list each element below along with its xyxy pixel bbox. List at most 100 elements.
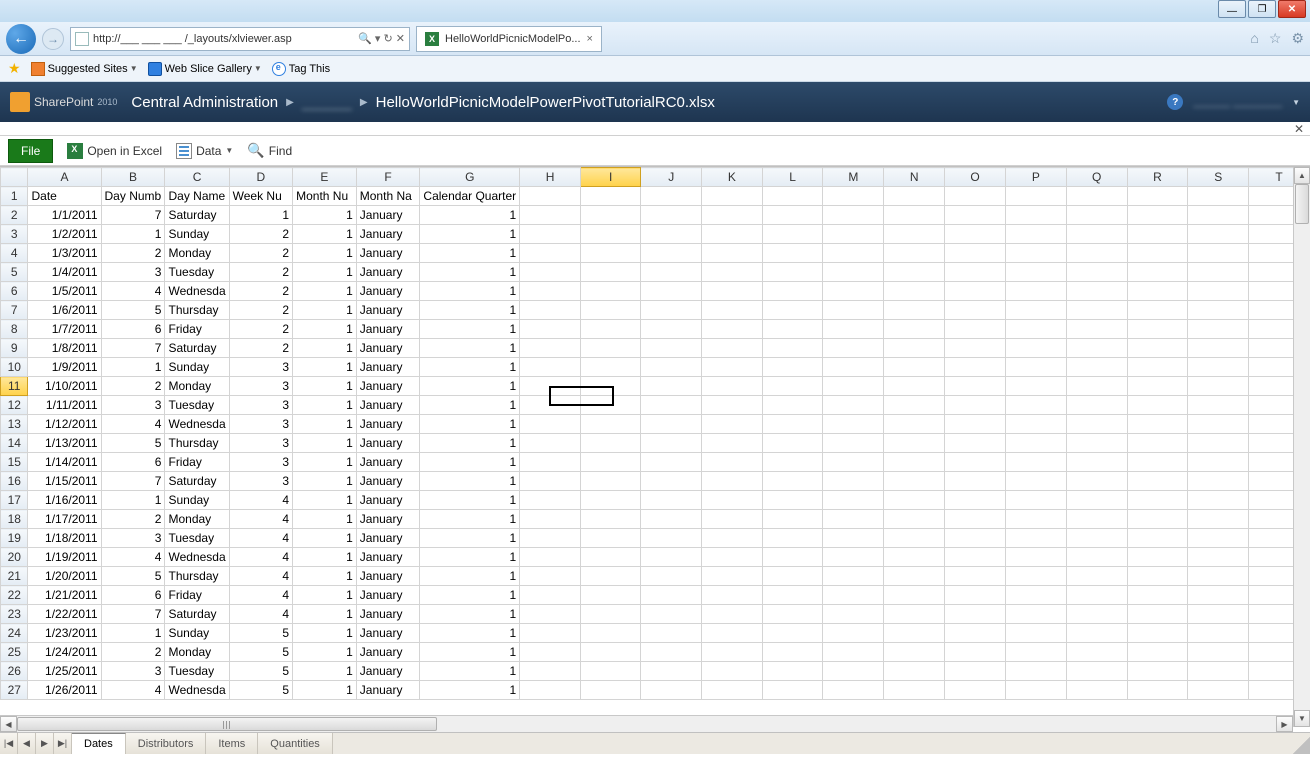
column-header-S[interactable]: S <box>1188 168 1249 187</box>
row-header-23[interactable]: 23 <box>1 605 28 624</box>
cell-P26[interactable] <box>1005 662 1066 681</box>
row-header-6[interactable]: 6 <box>1 282 28 301</box>
cell-K4[interactable] <box>702 244 763 263</box>
cell-N1[interactable] <box>884 187 945 206</box>
cell-I16[interactable] <box>580 472 640 491</box>
row-header-3[interactable]: 3 <box>1 225 28 244</box>
cell-E15[interactable]: 1 <box>293 453 357 472</box>
cell-P2[interactable] <box>1005 206 1066 225</box>
column-header-K[interactable]: K <box>702 168 763 187</box>
cell-A5[interactable]: 1/4/2011 <box>28 263 101 282</box>
webpart-close-button[interactable]: ✕ <box>1294 122 1304 136</box>
cell-R20[interactable] <box>1127 548 1188 567</box>
cell-A20[interactable]: 1/19/2011 <box>28 548 101 567</box>
cell-F14[interactable]: January <box>356 434 420 453</box>
cell-N2[interactable] <box>884 206 945 225</box>
cell-B10[interactable]: 1 <box>101 358 165 377</box>
row-header-26[interactable]: 26 <box>1 662 28 681</box>
cell-O13[interactable] <box>945 415 1006 434</box>
cell-J3[interactable] <box>641 225 702 244</box>
data-menu-button[interactable]: Data▼ <box>176 143 233 159</box>
cell-B23[interactable]: 7 <box>101 605 165 624</box>
cell-H12[interactable] <box>520 396 581 415</box>
cell-S14[interactable] <box>1188 434 1249 453</box>
cell-R13[interactable] <box>1127 415 1188 434</box>
home-icon[interactable]: ⌂ <box>1250 30 1258 47</box>
cell-G13[interactable]: 1 <box>420 415 520 434</box>
cell-B11[interactable]: 2 <box>101 377 165 396</box>
cell-Q6[interactable] <box>1066 282 1127 301</box>
cell-R11[interactable] <box>1127 377 1188 396</box>
cell-H13[interactable] <box>520 415 581 434</box>
cell-L15[interactable] <box>762 453 823 472</box>
cell-M11[interactable] <box>823 377 884 396</box>
cell-F24[interactable]: January <box>356 624 420 643</box>
back-button[interactable]: ← <box>6 24 36 54</box>
cell-Q11[interactable] <box>1066 377 1127 396</box>
cell-P25[interactable] <box>1005 643 1066 662</box>
cell-J7[interactable] <box>641 301 702 320</box>
cell-S11[interactable] <box>1188 377 1249 396</box>
cell-J6[interactable] <box>641 282 702 301</box>
horizontal-scrollbar[interactable]: ◀ ▶ <box>0 715 1293 732</box>
cell-C5[interactable]: Tuesday <box>165 263 229 282</box>
cell-L20[interactable] <box>762 548 823 567</box>
cell-G12[interactable]: 1 <box>420 396 520 415</box>
cell-J21[interactable] <box>641 567 702 586</box>
cell-P4[interactable] <box>1005 244 1066 263</box>
cell-H15[interactable] <box>520 453 581 472</box>
cell-M3[interactable] <box>823 225 884 244</box>
row-header-9[interactable]: 9 <box>1 339 28 358</box>
cell-N20[interactable] <box>884 548 945 567</box>
cell-S27[interactable] <box>1188 681 1249 700</box>
cell-C17[interactable]: Sunday <box>165 491 229 510</box>
cell-R8[interactable] <box>1127 320 1188 339</box>
cell-J11[interactable] <box>641 377 702 396</box>
cell-P5[interactable] <box>1005 263 1066 282</box>
resize-grip-icon[interactable] <box>1293 737 1310 754</box>
cell-Q22[interactable] <box>1066 586 1127 605</box>
sheet-first-button[interactable]: |◀ <box>0 733 18 754</box>
column-header-P[interactable]: P <box>1005 168 1066 187</box>
row-header-24[interactable]: 24 <box>1 624 28 643</box>
cell-L8[interactable] <box>762 320 823 339</box>
cell-K2[interactable] <box>702 206 763 225</box>
cell-I5[interactable] <box>580 263 640 282</box>
cell-E4[interactable]: 1 <box>293 244 357 263</box>
cell-L14[interactable] <box>762 434 823 453</box>
cell-B7[interactable]: 5 <box>101 301 165 320</box>
cell-E21[interactable]: 1 <box>293 567 357 586</box>
cell-O24[interactable] <box>945 624 1006 643</box>
row-header-22[interactable]: 22 <box>1 586 28 605</box>
row-header-21[interactable]: 21 <box>1 567 28 586</box>
cell-J10[interactable] <box>641 358 702 377</box>
cell-C10[interactable]: Sunday <box>165 358 229 377</box>
cell-L4[interactable] <box>762 244 823 263</box>
column-header-L[interactable]: L <box>762 168 823 187</box>
cell-D17[interactable]: 4 <box>229 491 292 510</box>
cell-A9[interactable]: 1/8/2011 <box>28 339 101 358</box>
cell-C3[interactable]: Sunday <box>165 225 229 244</box>
breadcrumb-root[interactable]: Central Administration <box>131 94 278 111</box>
cell-Q7[interactable] <box>1066 301 1127 320</box>
cell-D25[interactable]: 5 <box>229 643 292 662</box>
cell-L11[interactable] <box>762 377 823 396</box>
cell-O15[interactable] <box>945 453 1006 472</box>
cell-S17[interactable] <box>1188 491 1249 510</box>
cell-C27[interactable]: Wednesda <box>165 681 229 700</box>
cell-O14[interactable] <box>945 434 1006 453</box>
cell-S18[interactable] <box>1188 510 1249 529</box>
cell-G5[interactable]: 1 <box>420 263 520 282</box>
cell-J9[interactable] <box>641 339 702 358</box>
cell-O23[interactable] <box>945 605 1006 624</box>
cell-B5[interactable]: 3 <box>101 263 165 282</box>
cell-L21[interactable] <box>762 567 823 586</box>
cell-A25[interactable]: 1/24/2011 <box>28 643 101 662</box>
cell-S5[interactable] <box>1188 263 1249 282</box>
cell-F8[interactable]: January <box>356 320 420 339</box>
row-header-11[interactable]: 11 <box>1 377 28 396</box>
cell-P16[interactable] <box>1005 472 1066 491</box>
cell-L16[interactable] <box>762 472 823 491</box>
cell-C23[interactable]: Saturday <box>165 605 229 624</box>
cell-K26[interactable] <box>702 662 763 681</box>
